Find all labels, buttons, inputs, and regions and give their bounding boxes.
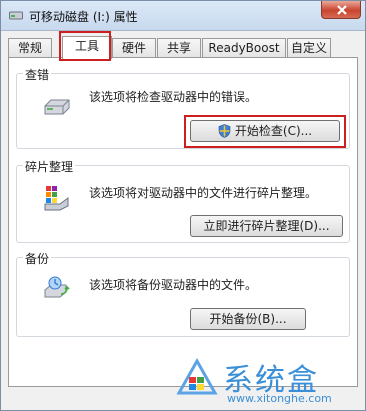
window-title: 可移动磁盘 (I:) 属性 [29, 10, 138, 24]
close-button[interactable] [321, 1, 361, 19]
group-legend: 碎片整理 [23, 158, 76, 175]
properties-window: 可移动磁盘 (I:) 属性 常规 工具 硬件 共享 ReadyBoost 自定义… [0, 0, 366, 411]
backup-icon [44, 276, 70, 298]
group-legend: 备份 [23, 250, 52, 267]
uac-shield-icon [218, 124, 231, 138]
tab-customize[interactable]: 自定义 [287, 38, 331, 58]
group-description: 该选项将检查驱动器中的错误。 [89, 90, 258, 104]
tab-tools[interactable]: 工具 [62, 36, 112, 59]
tab-sharing[interactable]: 共享 [157, 38, 201, 58]
title-bar: 可移动磁盘 (I:) 属性 [1, 1, 365, 31]
defrag-icon [44, 186, 69, 211]
defrag-now-button[interactable]: 立即进行碎片整理(D)... [190, 215, 343, 237]
removable-drive-icon [9, 11, 23, 20]
tools-panel: 查错 该选项将检查驱动器中的错误。 开始检查(C)... 碎片整理 该选项将对驱… [8, 57, 358, 387]
group-legend: 查错 [23, 66, 52, 83]
group-description: 该选项将备份驱动器中的文件。 [89, 278, 258, 292]
tab-hardware[interactable]: 硬件 [112, 38, 156, 58]
group-description: 该选项将对驱动器中的文件进行碎片整理。 [89, 186, 318, 200]
drive-icon [44, 99, 70, 115]
close-icon [337, 5, 347, 15]
watermark-logo-icon [176, 357, 218, 395]
tab-strip: 常规 工具 硬件 共享 ReadyBoost 自定义 [8, 36, 358, 59]
start-check-button[interactable]: 开始检查(C)... [190, 120, 340, 142]
start-backup-button[interactable]: 开始备份(B)... [190, 308, 306, 330]
watermark: 系统盒 www.xitonghe.com [175, 353, 355, 409]
tab-readyboost[interactable]: ReadyBoost [202, 38, 286, 58]
backup-group: 备份 该选项将备份驱动器中的文件。 开始备份(B)... [16, 250, 350, 337]
start-check-label: 开始检查(C)... [234, 124, 313, 138]
watermark-url: www.xitonghe.com [227, 392, 332, 405]
defrag-group: 碎片整理 该选项将对驱动器中的文件进行碎片整理。 立即进行碎片整理(D)... [16, 158, 350, 243]
error-check-group: 查错 该选项将检查驱动器中的错误。 开始检查(C)... [16, 66, 350, 149]
tab-general[interactable]: 常规 [8, 38, 52, 58]
